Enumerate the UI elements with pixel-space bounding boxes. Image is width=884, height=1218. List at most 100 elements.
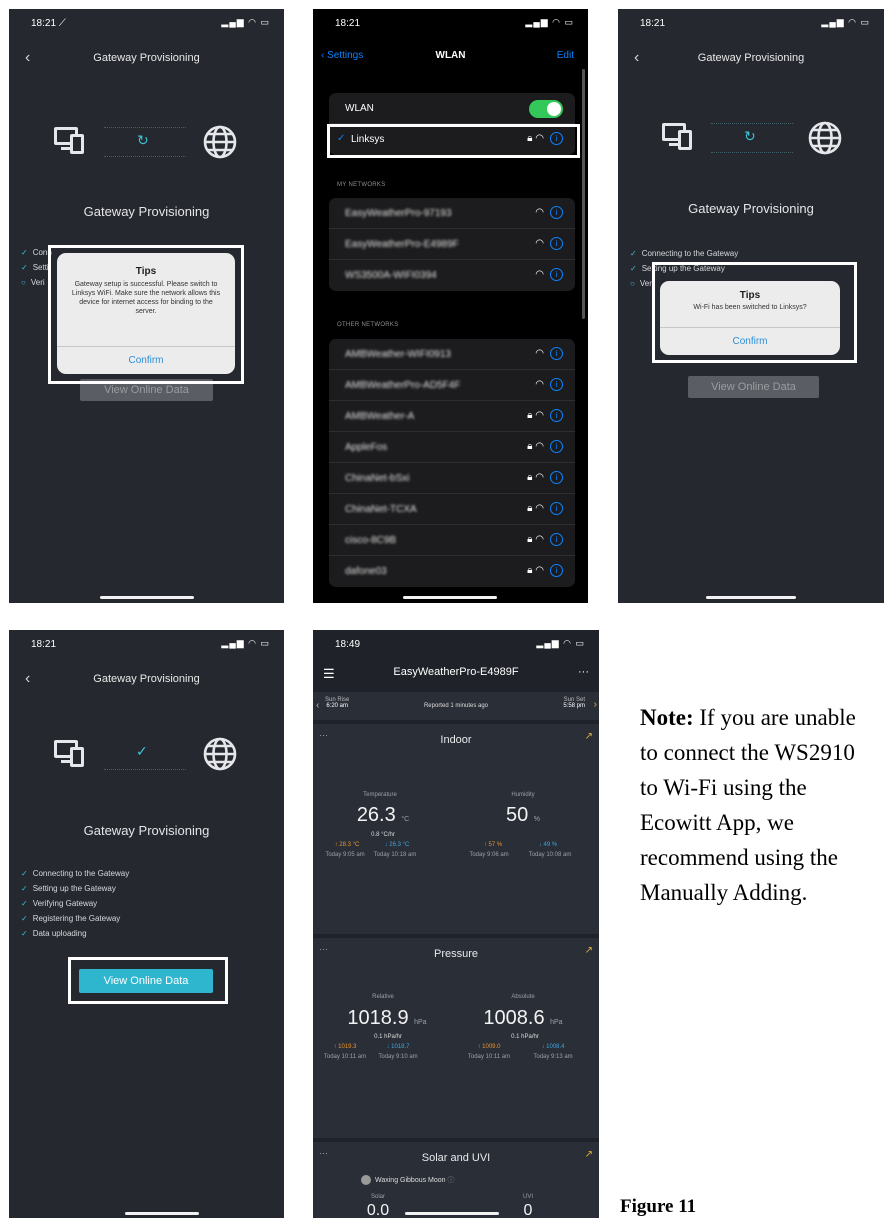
status-time: 18:21 ⟋	[31, 18, 66, 29]
check-icon: ✓	[136, 743, 148, 759]
info-icon[interactable]: i	[550, 409, 563, 422]
relative-lo-time: Today 9:10 am	[378, 1054, 418, 1060]
screen-wifi-switched-tips: 18:21 ▂▄▆ ◠ ▭ ‹ Gateway Provisioning ↻ Gat…	[618, 9, 884, 603]
device-title: EasyWeatherPro-E4989F	[393, 666, 519, 678]
absolute-hi-time: Today 10:11 am	[467, 1054, 511, 1060]
view-online-data-button[interactable]: View Online Data	[688, 376, 819, 398]
devices-icon	[54, 740, 92, 770]
wlan-toggle-row: WLAN	[329, 93, 575, 124]
info-icon[interactable]: i	[550, 533, 563, 546]
wifi-icon: ◠	[535, 472, 544, 483]
nav-title: Gateway Provisioning	[93, 52, 200, 64]
info-icon[interactable]: i	[550, 237, 563, 250]
chart-icon[interactable]: ↗	[585, 945, 593, 956]
back-icon[interactable]: ‹	[634, 49, 639, 67]
network-row[interactable]: AppleFos 🔒︎ ◠ i	[329, 432, 575, 463]
screen-gateway-tips: 18:21 ⟋ ▂▄▆ ◠ ▭ ‹ Gateway Provisioning ↻ G…	[9, 9, 284, 603]
absolute-label: Absolute	[511, 994, 535, 1000]
absolute-rate: 0.1 hPa/hr	[511, 1034, 539, 1040]
highlight-box	[652, 262, 857, 363]
wifi-icon: ◠	[535, 503, 544, 514]
home-indicator	[706, 596, 796, 599]
network-row[interactable]: dafone03 🔒︎ ◠ i	[329, 556, 575, 587]
absolute-value: 1008.6 hPa	[483, 1007, 563, 1029]
network-row[interactable]: EasyWeatherPro-97193 ◠ i	[329, 198, 575, 229]
info-icon[interactable]: i	[550, 564, 563, 577]
lock-icon: 🔒︎	[527, 441, 533, 452]
status-icons: ▂▄▆ ◠ ▭	[536, 638, 585, 648]
card-title: Indoor	[440, 734, 472, 746]
network-row[interactable]: AMBWeatherPro-AD5F4F ◠ i	[329, 370, 575, 401]
sunset-time: 5:58 pm	[563, 703, 585, 709]
lock-icon: 🔒︎	[527, 503, 533, 514]
page-heading: Gateway Provisioning	[83, 204, 210, 219]
info-icon[interactable]: i	[550, 471, 563, 484]
info-icon[interactable]: i	[550, 347, 563, 360]
step-item: ✓ Registering the Gateway	[21, 914, 121, 923]
humidity-hi-time: Today 9:06 am	[469, 852, 509, 858]
solar-label: Solar	[370, 1194, 385, 1200]
info-icon[interactable]: i	[550, 378, 563, 391]
humidity-lo: ↓ 49 %	[538, 842, 558, 848]
chart-icon[interactable]: ↗	[585, 1149, 593, 1160]
info-icon[interactable]: ⓘ	[448, 1177, 455, 1184]
card-title: Solar and UVI	[421, 1152, 491, 1164]
network-row[interactable]: AMBWeather-A 🔒︎ ◠ i	[329, 401, 575, 432]
edit-button[interactable]: Edit	[557, 50, 574, 61]
scrollbar[interactable]	[582, 69, 585, 319]
solar-value: 0.0	[366, 1202, 390, 1218]
network-row[interactable]: WS3500A-WIFI0394 ◠ i	[329, 260, 575, 291]
nav-title: Gateway Provisioning	[697, 52, 805, 64]
step-item: ✓ Connecting to the Gateway	[630, 249, 739, 258]
info-icon[interactable]: i	[550, 206, 563, 219]
lock-icon: 🔒︎	[527, 565, 533, 576]
lock-icon: 🔒︎	[527, 534, 533, 545]
status-icons: ▂▄▆ ◠ ▭	[221, 638, 270, 648]
moon-icon	[361, 1175, 371, 1186]
relative-label: Relative	[372, 994, 394, 1000]
temperature-lo: ↓ 26.3 °C	[384, 842, 410, 848]
temperature-label: Temperature	[363, 792, 397, 798]
globe-icon	[203, 737, 237, 771]
devices-icon	[54, 127, 92, 157]
chevron-right-icon[interactable]: ›	[594, 699, 597, 710]
chart-icon[interactable]: ↗	[585, 731, 593, 742]
status-icons: ▂▄▆ ◠ ▭	[221, 17, 270, 27]
info-icon[interactable]: i	[550, 502, 563, 515]
network-row[interactable]: EasyWeatherPro-E4989F ◠ i	[329, 229, 575, 260]
page-heading: Gateway Provisioning	[83, 823, 210, 838]
more-icon[interactable]: ···	[578, 666, 589, 678]
other-networks-group: AMBWeather-WIFI0913 ◠ i AMBWeatherPro-AD5F…	[329, 339, 575, 587]
status-time: 18:21	[640, 18, 666, 29]
sync-icon: ↻	[137, 132, 149, 148]
temperature-rate: 0.8 °C/hr	[371, 832, 395, 838]
my-networks-header: MY NETWORKS	[337, 182, 386, 188]
home-indicator	[403, 596, 497, 599]
back-icon[interactable]: ‹	[25, 670, 30, 688]
screen-gateway-complete: 18:21 ▂▄▆ ◠ ▭ ‹ Gateway Provisioning ✓ Gat…	[9, 630, 284, 1218]
info-icon[interactable]: i	[550, 440, 563, 453]
network-row[interactable]: AMBWeather-WIFI0913 ◠ i	[329, 339, 575, 370]
sun-bar: ‹ Sun Rise 6:20 am Reported 1 minutes ago…	[313, 692, 599, 720]
lock-icon: 🔒︎	[527, 472, 533, 483]
network-row[interactable]: ChinaNet-bSxi 🔒︎ ◠ i	[329, 463, 575, 494]
network-row[interactable]: ChinaNet-TCXA 🔒︎ ◠ i	[329, 494, 575, 525]
network-row[interactable]: cisco-8C9B 🔒︎ ◠ i	[329, 525, 575, 556]
globe-icon	[203, 125, 237, 159]
info-icon[interactable]: i	[550, 268, 563, 281]
pressure-card: ··· Pressure ↗ Relative 1018.9 hPa 0.1 h…	[313, 938, 599, 1138]
home-indicator	[125, 1212, 199, 1215]
humidity-label: Humidity	[511, 792, 535, 798]
wlan-toggle[interactable]	[529, 100, 563, 118]
devices-icon	[662, 123, 700, 153]
wifi-icon: ◠	[535, 348, 544, 359]
page-heading: Gateway Provisioning	[688, 201, 814, 216]
card-title: Pressure	[433, 948, 479, 960]
note-text: Note: If you are unable to connect the W…	[640, 705, 856, 905]
step-list: ✓ Connecting to the Gateway ✓ Setting up t…	[21, 866, 129, 941]
home-indicator	[405, 1212, 499, 1215]
wifi-icon: ◠	[535, 379, 544, 390]
wifi-icon: ◠	[535, 441, 544, 452]
absolute-lo: ↓ 1008.4	[541, 1044, 565, 1050]
back-icon[interactable]: ‹	[25, 49, 30, 67]
